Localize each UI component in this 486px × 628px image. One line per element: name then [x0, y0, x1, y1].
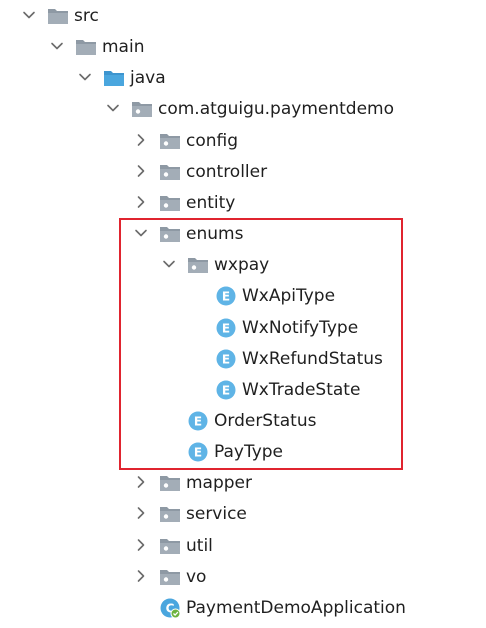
tree-node-label: com.atguigu.paymentdemo — [158, 99, 394, 120]
chevron-down-icon[interactable] — [132, 224, 150, 242]
package-icon — [159, 223, 181, 245]
tree-node-java[interactable]: java — [0, 64, 486, 92]
tree-node-src[interactable]: src — [0, 2, 486, 30]
package-icon — [159, 535, 181, 557]
enum-icon: E — [215, 317, 237, 339]
enum-icon: E — [187, 410, 209, 432]
package-icon — [159, 130, 181, 152]
tree-node-label: PayType — [214, 442, 284, 463]
svg-text:E: E — [222, 290, 230, 304]
package-icon — [159, 161, 181, 183]
package-icon — [187, 254, 209, 276]
tree-node-service[interactable]: service — [0, 500, 486, 528]
chevron-right-icon[interactable] — [132, 193, 150, 211]
tree-node-mapper[interactable]: mapper — [0, 469, 486, 497]
spring-boot-class-icon: C — [159, 597, 181, 619]
svg-text:E: E — [194, 414, 202, 428]
tree-node-util[interactable]: util — [0, 532, 486, 560]
tree-node-wxpay[interactable]: wxpay — [0, 251, 486, 279]
enum-icon: E — [215, 379, 237, 401]
project-tree: src main java com.atguigu.paymentdemo config… — [0, 0, 486, 628]
chevron-down-icon[interactable] — [160, 255, 178, 273]
package-icon — [131, 98, 153, 120]
tree-node-label: WxApiType — [242, 286, 336, 307]
tree-node-label: vo — [186, 566, 207, 587]
tree-node-label: PaymentDemoApplication — [186, 597, 406, 618]
tree-node-label: java — [130, 68, 166, 89]
tree-node-label: config — [186, 130, 239, 151]
tree-node-label: service — [186, 504, 247, 525]
svg-text:E: E — [194, 446, 202, 460]
tree-node-label: src — [74, 6, 99, 26]
tree-node-label: util — [186, 535, 213, 556]
enum-icon: E — [215, 285, 237, 307]
tree-node-orderstatus[interactable]: E OrderStatus — [0, 407, 486, 435]
tree-node-wxapitype[interactable]: E WxApiType — [0, 282, 486, 310]
folder-icon — [75, 36, 97, 58]
chevron-right-icon[interactable] — [132, 162, 150, 180]
tree-node-label: entity — [186, 192, 236, 213]
tree-node-label: main — [102, 37, 145, 58]
tree-node-label: enums — [186, 224, 244, 245]
enum-icon: E — [215, 348, 237, 370]
tree-node-paytype[interactable]: E PayType — [0, 438, 486, 466]
tree-node-com-atguigu-paymentdemo[interactable]: com.atguigu.paymentdemo — [0, 95, 486, 123]
chevron-right-icon[interactable] — [132, 504, 150, 522]
tree-node-label: wxpay — [214, 255, 270, 276]
tree-node-paymentdemoapplication[interactable]: C PaymentDemoApplication — [0, 594, 486, 622]
tree-node-label: WxNotifyType — [242, 317, 359, 338]
enum-icon: E — [187, 441, 209, 463]
svg-text:E: E — [222, 352, 230, 366]
tree-node-label: WxTradeState — [242, 379, 361, 400]
tree-node-label: WxRefundStatus — [242, 348, 383, 369]
tree-node-label: OrderStatus — [214, 410, 317, 431]
tree-node-label: controller — [186, 161, 268, 182]
chevron-right-icon[interactable] — [132, 536, 150, 554]
package-icon — [159, 192, 181, 214]
tree-node-label: mapper — [186, 473, 253, 494]
package-icon — [159, 472, 181, 494]
chevron-right-icon[interactable] — [132, 567, 150, 585]
svg-text:E: E — [222, 383, 230, 397]
chevron-down-icon[interactable] — [104, 99, 122, 117]
chevron-right-icon[interactable] — [132, 131, 150, 149]
chevron-down-icon[interactable] — [48, 37, 66, 55]
package-icon — [159, 503, 181, 525]
tree-node-wxtradestate[interactable]: E WxTradeState — [0, 376, 486, 404]
tree-node-wxnotifytype[interactable]: E WxNotifyType — [0, 314, 486, 342]
chevron-down-icon[interactable] — [76, 68, 94, 86]
package-icon — [159, 566, 181, 588]
source-folder-icon — [103, 67, 125, 89]
tree-node-main[interactable]: main — [0, 33, 486, 61]
tree-node-enums[interactable]: enums — [0, 220, 486, 248]
tree-node-wxrefundstatus[interactable]: E WxRefundStatus — [0, 345, 486, 373]
tree-node-config[interactable]: config — [0, 127, 486, 155]
chevron-right-icon[interactable] — [132, 473, 150, 491]
chevron-down-icon[interactable] — [20, 6, 38, 24]
folder-icon — [47, 5, 69, 27]
svg-text:E: E — [222, 321, 230, 335]
tree-node-controller[interactable]: controller — [0, 158, 486, 186]
tree-node-entity[interactable]: entity — [0, 189, 486, 217]
tree-node-vo[interactable]: vo — [0, 563, 486, 591]
